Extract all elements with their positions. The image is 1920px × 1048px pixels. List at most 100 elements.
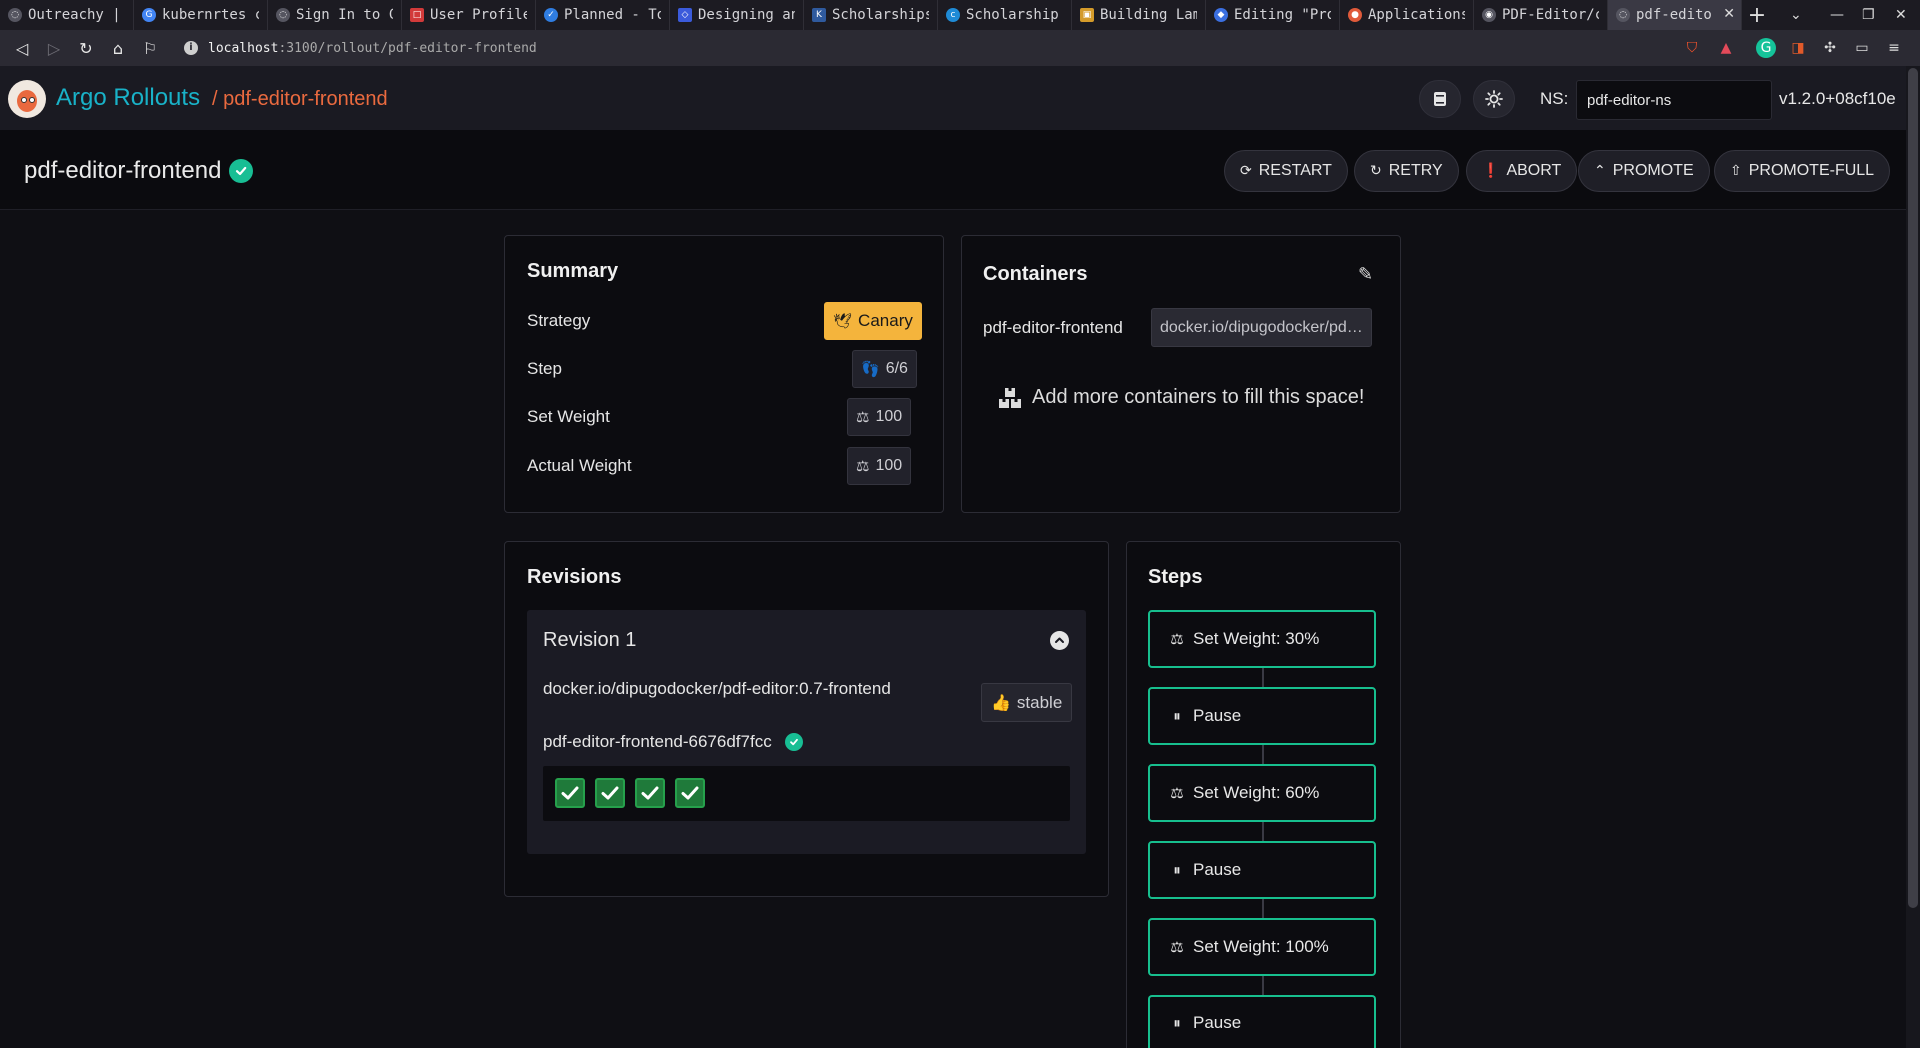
- pause-circle-icon: ⏸: [1173, 1013, 1181, 1032]
- exclamation-circle-icon: ❗: [1482, 163, 1500, 179]
- home-icon[interactable]: ⌂: [102, 30, 134, 66]
- minimize-icon[interactable]: —: [1830, 0, 1844, 30]
- address-field[interactable]: i localhost:3100/rollout/pdf-editor-fron…: [176, 33, 1670, 63]
- close-tab-icon[interactable]: ✕: [1723, 6, 1735, 22]
- wallet-icon[interactable]: ▭: [1852, 38, 1872, 58]
- pod-status[interactable]: [675, 778, 705, 808]
- globe-icon: ◌: [276, 8, 290, 22]
- weight-icon: ⚖: [1170, 938, 1184, 956]
- promote-full-button[interactable]: ⇧ PROMOTE-FULL: [1714, 150, 1891, 192]
- collapse-revision-button[interactable]: [1050, 631, 1069, 650]
- url-bar: ◁ ▷ ↻ ⌂ ⚐ i localhost:3100/rollout/pdf-e…: [0, 30, 1920, 66]
- pod-status[interactable]: [555, 778, 585, 808]
- tab-list-icon[interactable]: ⌄: [1790, 0, 1802, 30]
- restart-button[interactable]: ⟳ RESTART: [1224, 150, 1348, 192]
- retry-button[interactable]: ↻ RETRY: [1354, 150, 1459, 192]
- sun-icon: [1485, 90, 1503, 108]
- theme-toggle-button[interactable]: [1473, 80, 1515, 118]
- profile-icon: □: [410, 8, 424, 22]
- abort-button[interactable]: ❗ ABORT: [1466, 150, 1578, 192]
- shoe-prints-icon: 👣: [861, 360, 880, 378]
- browser-tab[interactable]: ✓ Planned - To: [536, 0, 670, 30]
- sync-icon: ⟳: [1240, 163, 1252, 179]
- step-connector: [1262, 822, 1264, 841]
- chevron-up-circle-icon: ⌃: [1594, 163, 1606, 179]
- boxes-icon: [999, 387, 1021, 408]
- brave-rewards-icon[interactable]: ▲: [1716, 38, 1736, 58]
- brave-shield-icon[interactable]: ⛉: [1682, 38, 1702, 58]
- replicaset-healthy-check-icon: [785, 733, 803, 751]
- set-weight-label: Set Weight: [527, 407, 610, 426]
- applications-icon: ●: [1348, 8, 1362, 22]
- check-icon: [561, 786, 579, 800]
- step-label: Step: [527, 359, 562, 378]
- new-tab-button[interactable]: +: [1742, 3, 1772, 28]
- step-pause[interactable]: ⏸ Pause: [1148, 841, 1376, 899]
- browser-tab[interactable]: ◉ PDF-Editor/c: [1474, 0, 1608, 30]
- close-window-icon[interactable]: ✕: [1895, 0, 1907, 30]
- promote-button[interactable]: ⌃ PROMOTE: [1578, 150, 1710, 192]
- container-image-field[interactable]: docker.io/dipugodocker/pdf-editor:0.7-fr…: [1151, 308, 1372, 347]
- redo-icon: ↻: [1370, 163, 1382, 179]
- google-icon: G: [142, 8, 156, 22]
- strategy-badge: 🕊 Canary: [824, 302, 922, 340]
- chevron-up-icon: [1055, 637, 1064, 643]
- browser-tab[interactable]: ● Applications: [1340, 0, 1474, 30]
- strategy-label: Strategy: [527, 311, 591, 330]
- check-icon: [601, 786, 619, 800]
- pencil-icon[interactable]: ✎: [1358, 264, 1373, 285]
- todo-icon: ✓: [544, 8, 558, 22]
- step-connector: [1262, 976, 1264, 995]
- menu-icon[interactable]: ≡: [1884, 38, 1904, 58]
- browser-tab[interactable]: ◇ Designing an: [670, 0, 804, 30]
- editing-icon: ◆: [1214, 8, 1228, 22]
- namespace-label: NS:: [1540, 89, 1569, 108]
- browser-tab[interactable]: ▣ Building Lam: [1072, 0, 1206, 30]
- browser-tab[interactable]: □ User Profile: [402, 0, 536, 30]
- pod-status[interactable]: [595, 778, 625, 808]
- pod-status[interactable]: [635, 778, 665, 808]
- url-path: :3100/rollout/pdf-editor-frontend: [278, 40, 537, 56]
- actual-weight-label: Actual Weight: [527, 456, 632, 475]
- site-info-icon[interactable]: i: [184, 41, 198, 55]
- add-more-containers-hint: Add more containers to fill this space!: [998, 386, 1364, 409]
- namespace-input[interactable]: [1576, 80, 1772, 120]
- reload-icon[interactable]: ↻: [70, 30, 102, 66]
- forward-icon[interactable]: ▷: [38, 30, 70, 66]
- step-set-weight[interactable]: ⚖ Set Weight: 60%: [1148, 764, 1376, 822]
- step-set-weight[interactable]: ⚖ Set Weight: 30%: [1148, 610, 1376, 668]
- brand-title[interactable]: Argo Rollouts: [56, 84, 200, 112]
- pause-circle-icon: ⏸: [1173, 707, 1181, 725]
- browser-tab[interactable]: ◌ Outreachy |: [0, 0, 134, 30]
- grammarly-icon[interactable]: G: [1756, 38, 1776, 58]
- balance-scale-icon: ⚖: [856, 408, 870, 426]
- argo-logo-icon[interactable]: [8, 80, 46, 118]
- extensions-puzzle-icon[interactable]: ✣: [1820, 38, 1840, 58]
- browser-tab[interactable]: ◆ Editing "Pro: [1206, 0, 1340, 30]
- extension-icon[interactable]: ◨: [1788, 38, 1808, 58]
- maximize-icon[interactable]: ❐: [1862, 0, 1875, 30]
- revision-title: Revision 1: [543, 629, 637, 651]
- browser-tab[interactable]: K Scholarships: [804, 0, 938, 30]
- browser-tab[interactable]: ◌ Sign In to C: [268, 0, 402, 30]
- step-pause[interactable]: ⏸ Pause: [1148, 687, 1376, 745]
- step-set-weight[interactable]: ⚖ Set Weight: 100%: [1148, 918, 1376, 976]
- scholarships-icon: K: [812, 8, 826, 22]
- scholarship-icon: c: [946, 8, 960, 22]
- replicaset-name: pdf-editor-frontend-6676df7fcc: [543, 732, 772, 751]
- bookmark-icon[interactable]: ⚐: [134, 30, 166, 66]
- step-connector: [1262, 745, 1264, 764]
- step-pause[interactable]: ⏸ Pause: [1148, 995, 1376, 1048]
- weight-icon: ⚖: [1170, 630, 1184, 648]
- browser-tab[interactable]: c Scholarship: [938, 0, 1072, 30]
- containers-title: Containers: [983, 263, 1088, 285]
- browser-tab-active[interactable]: ◌ pdf-edito ✕: [1608, 0, 1742, 30]
- browser-tab[interactable]: Gkubernrtes c: [134, 0, 268, 30]
- back-icon[interactable]: ◁: [6, 30, 38, 66]
- globe-icon: ◌: [1616, 8, 1630, 22]
- docs-button[interactable]: [1419, 80, 1461, 118]
- breadcrumb: / pdf-editor-frontend: [212, 88, 388, 110]
- page-scrollbar-thumb[interactable]: [1908, 68, 1918, 908]
- stable-badge: 👍 stable: [981, 683, 1073, 722]
- step-connector: [1262, 899, 1264, 918]
